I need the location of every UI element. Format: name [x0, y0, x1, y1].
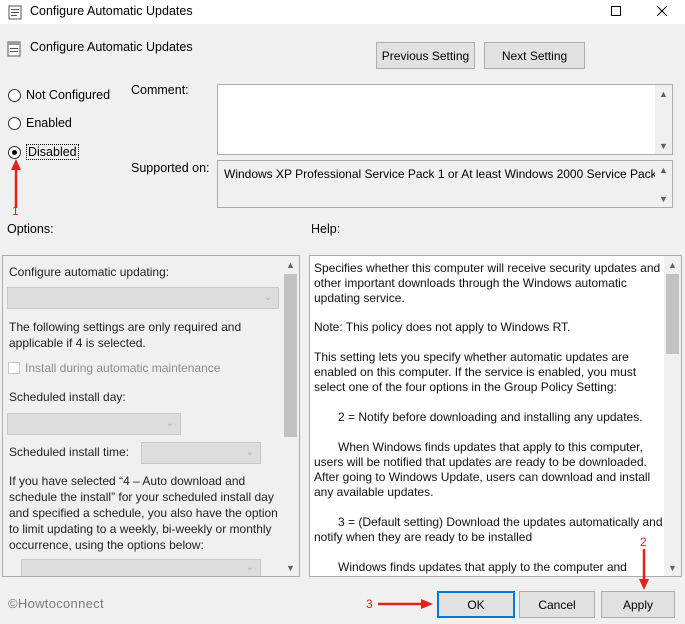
supported-scrollbar[interactable]: ▲ ▼ — [655, 161, 672, 207]
annotation-marker-1: 1 — [12, 204, 19, 218]
install-time-label: Scheduled install time: — [9, 445, 130, 459]
scroll-up-icon[interactable]: ▲ — [655, 85, 672, 102]
apply-button[interactable]: Apply — [601, 591, 675, 618]
scroll-down-icon[interactable]: ▼ — [282, 559, 299, 576]
close-button[interactable] — [639, 0, 685, 24]
help-paragraph: This setting lets you specify whether au… — [314, 350, 637, 394]
annotation-arrow-down — [639, 549, 649, 590]
chevron-down-icon: ⌄ — [245, 446, 254, 458]
settings-note: The following settings are only required… — [9, 320, 242, 350]
cancel-button[interactable]: Cancel — [519, 591, 595, 618]
install-day-label: Scheduled install day: — [9, 390, 126, 404]
configure-updating-label: Configure automatic updating: — [9, 265, 170, 279]
annotation-arrow-right — [378, 599, 433, 609]
supported-label: Supported on: — [131, 161, 210, 175]
scroll-up-icon[interactable]: ▲ — [282, 256, 299, 273]
help-paragraph: 2 = Notify before downloading and instal… — [338, 410, 643, 424]
radio-not-configured[interactable]: Not Configured — [8, 88, 110, 102]
install-maintenance-checkbox[interactable] — [8, 362, 20, 374]
help-paragraph: Windows finds updates that apply to the … — [338, 560, 627, 574]
install-day-dropdown[interactable]: ⌄ — [7, 413, 181, 435]
help-scrollbar[interactable]: ▲ ▼ — [664, 256, 681, 576]
scroll-up-icon[interactable]: ▲ — [664, 256, 681, 273]
radio-circle[interactable] — [8, 88, 21, 102]
help-paragraph: When Windows finds updates that apply to… — [314, 440, 651, 499]
scroll-thumb[interactable] — [666, 274, 679, 354]
policy-icon — [8, 5, 22, 20]
radio-circle[interactable] — [8, 116, 21, 130]
scroll-down-icon[interactable]: ▼ — [655, 137, 672, 154]
radio-label: Enabled — [26, 116, 72, 130]
scroll-up-icon[interactable]: ▲ — [655, 161, 672, 178]
help-paragraph: 3 = (Default setting) Download the updat… — [314, 515, 663, 544]
install-maintenance-label: Install during automatic maintenance — [25, 361, 221, 375]
comment-label: Comment: — [131, 83, 189, 97]
occurrence-dropdown[interactable]: ⌄ — [21, 559, 261, 576]
radio-label: Disabled — [26, 144, 79, 160]
policy-setting-icon — [7, 41, 21, 57]
radio-label: Not Configured — [26, 88, 111, 102]
ok-button[interactable]: OK — [437, 591, 515, 618]
supported-box: Windows XP Professional Service Pack 1 o… — [217, 160, 673, 208]
options-heading: Options: — [7, 222, 54, 236]
help-paragraph: Note: This policy does not apply to Wind… — [314, 320, 571, 334]
radio-enabled[interactable]: Enabled — [8, 116, 72, 130]
watermark: ©Howtoconnect — [8, 596, 104, 611]
next-setting-button[interactable]: Next Setting — [484, 42, 585, 69]
help-paragraph: Specifies whether this computer will rec… — [314, 261, 661, 305]
window-title: Configure Automatic Updates — [30, 4, 193, 18]
maximize-button[interactable] — [593, 0, 639, 24]
scroll-down-icon[interactable]: ▼ — [655, 190, 672, 207]
annotation-marker-3: 3 — [366, 597, 373, 611]
chevron-down-icon: ⌄ — [245, 561, 254, 573]
options-panel: Configure automatic updating: ⌄ The foll… — [2, 255, 300, 577]
chevron-down-icon: ⌄ — [263, 291, 272, 303]
close-icon — [656, 5, 668, 19]
maximize-icon — [611, 5, 621, 19]
annotation-arrow-up — [11, 159, 21, 208]
install-time-dropdown[interactable]: ⌄ — [141, 442, 261, 464]
policy-name: Configure Automatic Updates — [30, 40, 193, 54]
options-scrollbar[interactable]: ▲ ▼ — [282, 256, 299, 576]
comment-textarea[interactable]: ▲ ▼ — [217, 84, 673, 155]
schedule-note: If you have selected “4 – Auto download … — [9, 474, 278, 552]
title-bar: Configure Automatic Updates — [0, 0, 685, 24]
scroll-thumb[interactable] — [284, 274, 297, 437]
scroll-down-icon[interactable]: ▼ — [664, 559, 681, 576]
comment-scrollbar[interactable]: ▲ ▼ — [655, 85, 672, 154]
help-heading: Help: — [311, 222, 341, 236]
configure-updating-dropdown[interactable]: ⌄ — [7, 287, 279, 309]
annotation-marker-2: 2 — [640, 535, 647, 549]
chevron-down-icon: ⌄ — [165, 417, 174, 429]
previous-setting-button[interactable]: Previous Setting — [376, 42, 475, 69]
radio-circle-selected[interactable] — [8, 145, 21, 159]
supported-value: Windows XP Professional Service Pack 1 o… — [224, 167, 667, 181]
